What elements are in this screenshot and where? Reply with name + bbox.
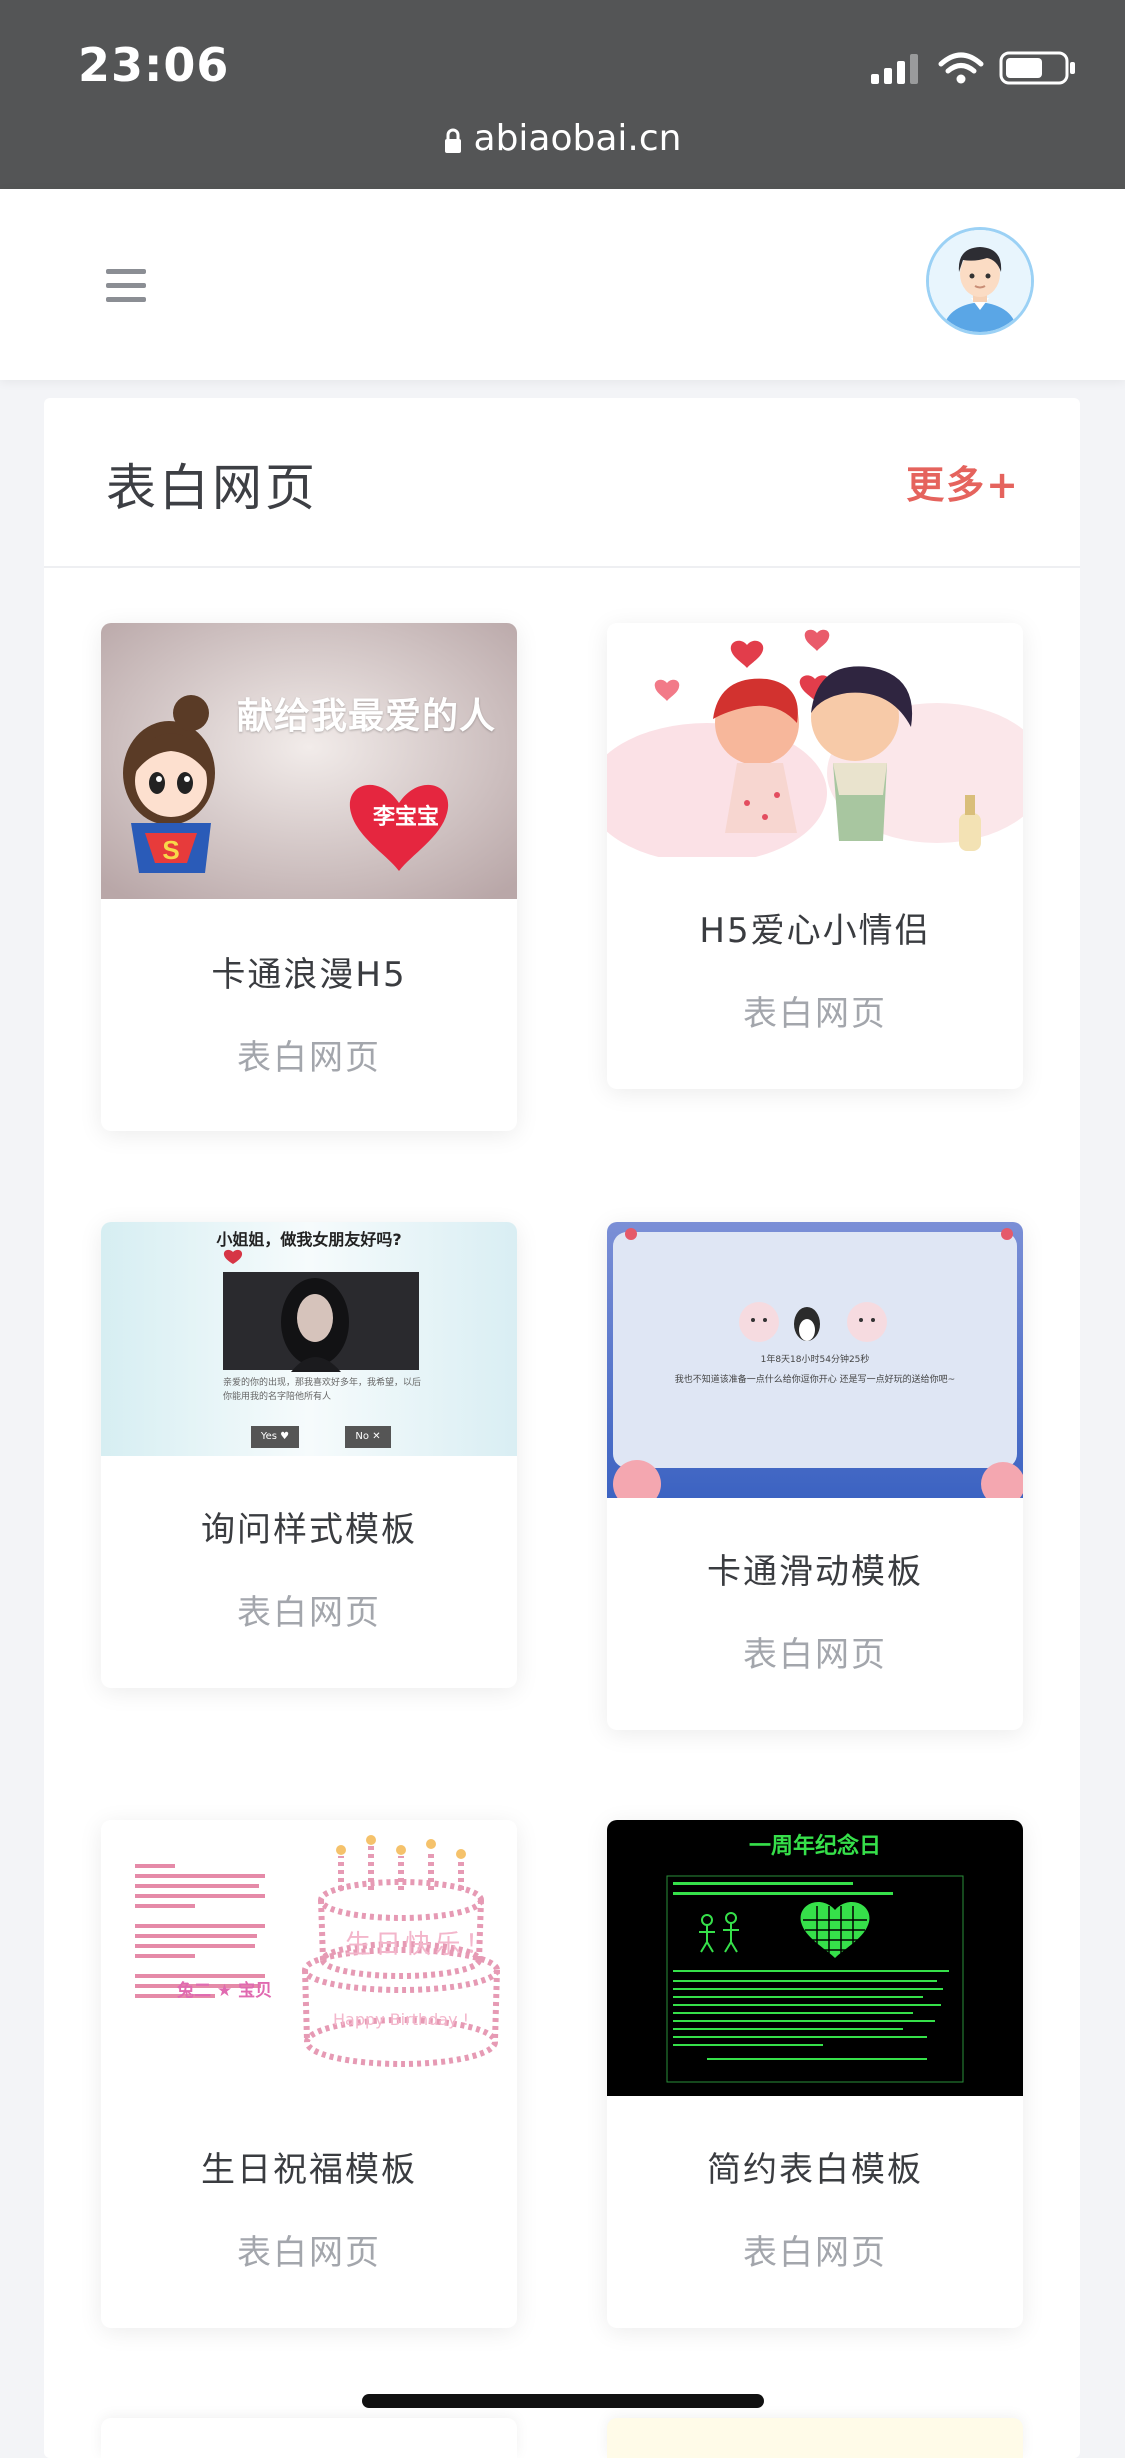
cartoon-girl-thumbnail: S — [101, 623, 517, 899]
card-thumbnail: 1年8天18小时54分钟25秒 我也不知道该准备一点什么给你逗你开心 还是写一点… — [607, 1222, 1023, 1498]
card-subtitle: 表白网页 — [743, 2233, 887, 2273]
card-thumbnail: 一周年纪念日 — [607, 1820, 1023, 2096]
url-bar[interactable]: abiaobai.cn — [0, 118, 1125, 159]
thumbnail-body: 亲爱的你的出现，那我喜欢好多年，我希望，以后你能用我的名字陪他所有人 — [223, 1378, 422, 1402]
card-title: 卡通滑动模板 — [707, 1552, 923, 1592]
lock-icon — [444, 128, 461, 153]
status-icons — [871, 48, 1081, 88]
card-thumbnail: S 献给我最爱的人 李宝宝 — [101, 623, 517, 899]
thumbnail-heading: 献给我最爱的人 — [237, 696, 497, 737]
template-card[interactable]: H5爱心小情侣 表白网页 — [607, 623, 1023, 1089]
svg-text:S: S — [162, 835, 179, 865]
url-text: abiaobai.cn — [473, 118, 682, 159]
template-card[interactable]: 1年8天18小时54分钟25秒 我也不知道该准备一点什么给你逗你开心 还是写一点… — [607, 1222, 1023, 1730]
card-thumbnail: 小姐姐，做我女朋友好吗? 亲爱的你的出现，那我喜欢好多年，我希望，以后你能用我的… — [101, 1222, 517, 1456]
template-card-partial[interactable] — [101, 2418, 517, 2458]
card-subtitle: 表白网页 — [743, 994, 887, 1034]
status-time: 23:06 — [78, 38, 230, 92]
template-card[interactable]: 小姐姐，做我女朋友好吗? 亲爱的你的出现，那我喜欢好多年，我希望，以后你能用我的… — [101, 1222, 517, 1688]
template-panel: 表白网页 更多+ S 献给我最爱的人 李宝宝 卡通浪漫H5 表白网页 H5爱心小… — [44, 398, 1080, 2458]
signal-wifi-battery-icon — [871, 51, 1075, 85]
more-link[interactable]: 更多+ — [906, 454, 1020, 509]
template-card-partial[interactable] — [607, 2418, 1023, 2458]
card-thumbnail: 兔二 ★ 宝贝 生日快乐！ Happy Birthday ! — [101, 1820, 517, 2096]
cake-english-text: Happy Birthday ! — [333, 2010, 470, 2029]
site-header — [0, 189, 1125, 380]
card-subtitle: 表白网页 — [237, 2233, 381, 2273]
card-title: 简约表白模板 — [707, 2150, 923, 2190]
user-avatar-icon — [929, 230, 1031, 332]
card-thumbnail — [607, 623, 1023, 857]
cake-chinese-text: 生日快乐！ — [345, 1930, 496, 1960]
home-indicator — [362, 2394, 764, 2408]
avatar[interactable] — [926, 227, 1034, 335]
no-button-label: No ✕ — [355, 1431, 381, 1442]
question-card-thumbnail — [223, 1249, 419, 1448]
thumbnail-counter: 1年8天18小时54分钟25秒 — [760, 1355, 870, 1365]
status-bar: 23:06 abiaobai.cn — [0, 0, 1125, 189]
template-card[interactable]: 一周年纪念日 简约表白模板 表白网页 — [607, 1820, 1023, 2328]
panel-header: 表白网页 更多+ — [44, 398, 1080, 568]
cartoon-couple-thumbnail — [607, 623, 1023, 857]
section-title: 表白网页 — [106, 459, 318, 517]
card-title: 生日祝福模板 — [201, 2150, 417, 2190]
card-title: H5爱心小情侣 — [699, 911, 931, 951]
card-title: 询问样式模板 — [201, 1510, 417, 1550]
hamburger-menu-icon[interactable] — [106, 269, 146, 303]
card-subtitle: 表白网页 — [237, 1038, 381, 1078]
card-subtitle: 表白网页 — [237, 1593, 381, 1633]
thumbnail-body: 我也不知道该准备一点什么给你逗你开心 还是写一点好玩的送给你吧~ — [674, 1375, 956, 1385]
template-card[interactable]: S 献给我最爱的人 李宝宝 卡通浪漫H5 表白网页 — [101, 623, 517, 1131]
yes-button-label: Yes ♥ — [260, 1431, 290, 1442]
thumbnail-name: 兔二 ★ 宝贝 — [177, 1981, 273, 2001]
thumbnail-badge: 李宝宝 — [373, 805, 440, 830]
terminal-anniversary-thumbnail — [666, 1875, 964, 2083]
template-card[interactable]: 兔二 ★ 宝贝 生日快乐！ Happy Birthday ! 生日祝福模板 表白… — [101, 1820, 517, 2328]
card-subtitle: 表白网页 — [743, 1635, 887, 1675]
card-title: 卡通浪漫H5 — [211, 955, 407, 995]
